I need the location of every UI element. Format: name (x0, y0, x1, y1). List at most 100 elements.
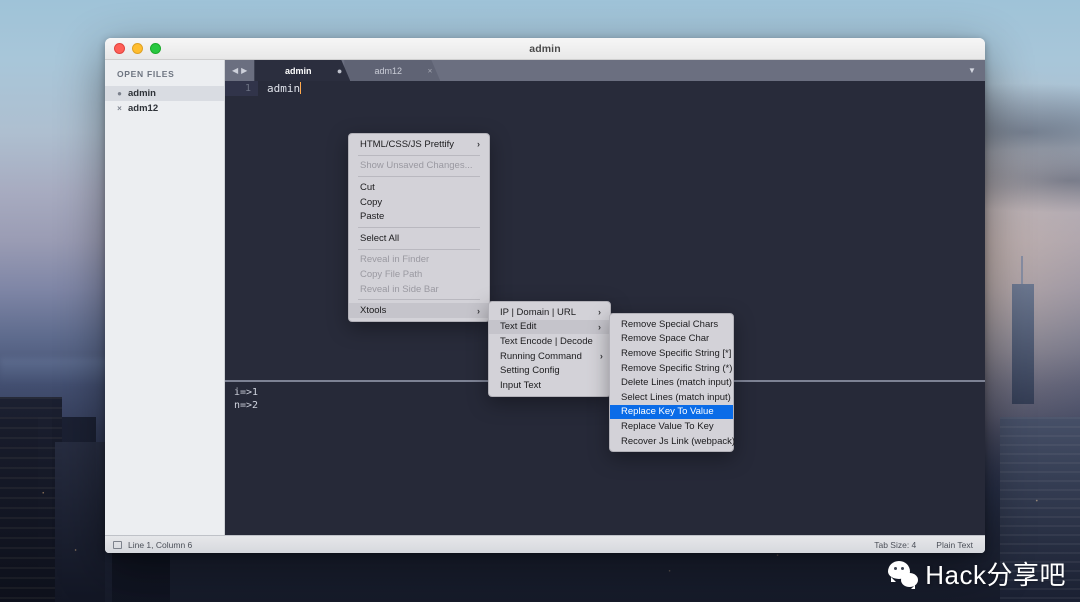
output-console-panel: i=>1 n=>2 (225, 380, 985, 535)
speech-bubble-small (901, 572, 919, 589)
syntax-mode-label[interactable]: Plain Text (936, 540, 973, 550)
menu-item-reveal-in-side-bar: Reveal in Side Bar (349, 282, 489, 297)
chevron-down-icon[interactable]: ▼ (959, 60, 985, 81)
chevron-right-icon: › (477, 305, 480, 316)
line-text: admin (267, 82, 301, 95)
menu-item-label: Cut (360, 181, 375, 193)
watermark: Hack分享吧 (888, 555, 1066, 592)
open-files-sidebar: OPEN FILES ● admin × adm12 (105, 60, 225, 535)
desktop-wallpaper: admin OPEN FILES ● admin × adm12 ◀ ▶ adm… (0, 0, 1080, 602)
menu-item-label: HTML/CSS/JS Prettify (360, 138, 454, 150)
menu-item-label: Replace Key To Value (621, 406, 714, 418)
menu-item-label: Xtools (360, 305, 387, 317)
tab-label: admin (285, 65, 312, 76)
context-menu: HTML/CSS/JS Prettify › Show Unsaved Chan… (348, 133, 490, 322)
menu-item-cut[interactable]: Cut (349, 180, 489, 195)
status-bar-right: Tab Size: 4 Plain Text (874, 540, 977, 550)
menu-separator (358, 248, 480, 250)
wechat-icon (888, 560, 919, 589)
menu-item-label: Copy (360, 196, 383, 208)
menu-item-recover-js-link-webpack[interactable]: Recover Js Link (webpack) (610, 434, 736, 449)
menu-item-remove-space-char[interactable]: Remove Space Char (610, 332, 733, 347)
sidebar-item-adm12[interactable]: × adm12 (105, 101, 224, 116)
menu-item-copy[interactable]: Copy (349, 195, 489, 210)
menu-item-reveal-in-finder: Reveal in Finder (349, 253, 489, 268)
text-caret (300, 82, 302, 94)
menu-item-label: Remove Specific String [*] (621, 347, 732, 359)
editor-window: admin OPEN FILES ● admin × adm12 ◀ ▶ adm… (105, 38, 985, 553)
menu-item-label: Input Text (500, 379, 542, 391)
menu-item-replace-value-to-key[interactable]: Replace Value To Key (610, 419, 733, 434)
menu-item-label: Remove Specific String (*) (621, 362, 733, 374)
chevron-right-icon: › (598, 307, 601, 318)
tab-adm12[interactable]: adm12 × (344, 60, 440, 81)
menu-item-label: Show Unsaved Changes... (360, 160, 473, 172)
menu-item-select-all[interactable]: Select All (349, 231, 489, 246)
menu-item-label: Reveal in Side Bar (360, 283, 439, 295)
menu-item-xtools[interactable]: Xtools › (349, 303, 489, 318)
menu-item-setting-config[interactable]: Setting Config (489, 363, 610, 378)
menu-item-text-edit[interactable]: Text Edit › (489, 319, 610, 335)
menu-item-label: Reveal in Finder (360, 254, 430, 266)
menu-item-remove-specific-string-bracket[interactable]: Remove Specific String [*] (610, 346, 733, 361)
menu-separator (358, 176, 480, 178)
xtools-submenu: IP | Domain | URL › Text Edit › Text Enc… (488, 301, 614, 397)
menu-item-label: Setting Config (500, 365, 560, 377)
editor-main-column: ◀ ▶ admin ● adm12 × ▼ 1 admin i=>1 n=>2 (225, 60, 985, 535)
line-content: admin (258, 82, 302, 95)
line-number: 1 (225, 81, 258, 96)
menu-item-show-unsaved-changes: Show Unsaved Changes... (349, 159, 489, 174)
watermark-label: Hack分享吧 (925, 560, 1066, 590)
menu-item-label: Recover Js Link (webpack) (621, 435, 736, 447)
menu-item-remove-special-chars[interactable]: Remove Special Chars (610, 317, 733, 332)
menu-item-running-command[interactable]: Running Command › (489, 349, 610, 364)
menu-item-label: Select Lines (match input) (621, 391, 731, 403)
tab-next-arrow-icon[interactable]: ▶ (241, 66, 247, 75)
sidebar-item-label: adm12 (128, 103, 159, 114)
tab-unsaved-dot-icon[interactable]: ● (337, 66, 342, 76)
sidebar-toggle-icon[interactable] (113, 540, 122, 549)
menu-item-replace-key-to-value[interactable]: Replace Key To Value (610, 404, 733, 420)
menu-item-label: Remove Special Chars (621, 318, 719, 330)
tab-label: adm12 (374, 65, 403, 76)
menu-item-html-css-js-prettify[interactable]: HTML/CSS/JS Prettify › (349, 137, 489, 152)
chevron-right-icon: › (477, 139, 480, 150)
menu-item-ip-domain-url[interactable]: IP | Domain | URL › (489, 305, 610, 320)
menu-item-label: Replace Value To Key (621, 420, 714, 432)
text-edit-submenu: Remove Special Chars Remove Space Char R… (609, 313, 736, 453)
sidebar-item-admin[interactable]: ● admin (105, 86, 224, 101)
tab-bar: ◀ ▶ admin ● adm12 × ▼ (225, 60, 985, 81)
eye-right (901, 566, 905, 570)
menu-item-select-lines-match-input[interactable]: Select Lines (match input) (610, 390, 733, 405)
menu-item-label: Text Encode | Decode (500, 335, 593, 347)
sidebar-item-label: admin (128, 88, 156, 99)
menu-item-remove-specific-string-paren[interactable]: Remove Specific String (*) (610, 361, 733, 376)
cursor-position-label: Line 1, Column 6 (128, 539, 193, 550)
tab-navigation: ◀ ▶ (225, 60, 254, 81)
tab-size-label[interactable]: Tab Size: 4 (874, 540, 916, 550)
menu-item-delete-lines-match-input[interactable]: Delete Lines (match input) (610, 375, 733, 390)
eye-left (894, 566, 898, 570)
tab-prev-arrow-icon[interactable]: ◀ (232, 66, 238, 75)
menu-item-paste[interactable]: Paste (349, 209, 489, 224)
menu-item-label: Running Command (500, 350, 582, 362)
code-line: 1 admin (225, 81, 985, 96)
menu-item-text-encode-decode[interactable]: Text Encode | Decode › (489, 334, 614, 349)
menu-item-label: IP | Domain | URL (500, 306, 577, 318)
sidebar-heading: OPEN FILES (117, 69, 175, 79)
unsaved-dot-icon: ● (117, 89, 122, 98)
close-file-icon[interactable]: × (116, 104, 123, 113)
menu-item-label: Copy File Path (360, 268, 423, 280)
menu-item-label: Delete Lines (match input) (621, 377, 732, 389)
menu-separator (358, 226, 480, 228)
tab-admin[interactable]: admin ● (254, 60, 350, 81)
menu-item-input-text[interactable]: Input Text (489, 378, 610, 393)
chevron-right-icon: › (599, 351, 603, 362)
window-titlebar: admin (105, 38, 985, 60)
menu-item-label: Remove Space Char (621, 333, 710, 345)
menu-item-label: Select All (360, 232, 400, 244)
chevron-right-icon: › (598, 321, 601, 332)
tab-close-icon[interactable]: × (428, 66, 433, 75)
menu-separator (358, 154, 480, 156)
status-bar: Line 1, Column 6 Tab Size: 4 Plain Text (105, 535, 985, 553)
